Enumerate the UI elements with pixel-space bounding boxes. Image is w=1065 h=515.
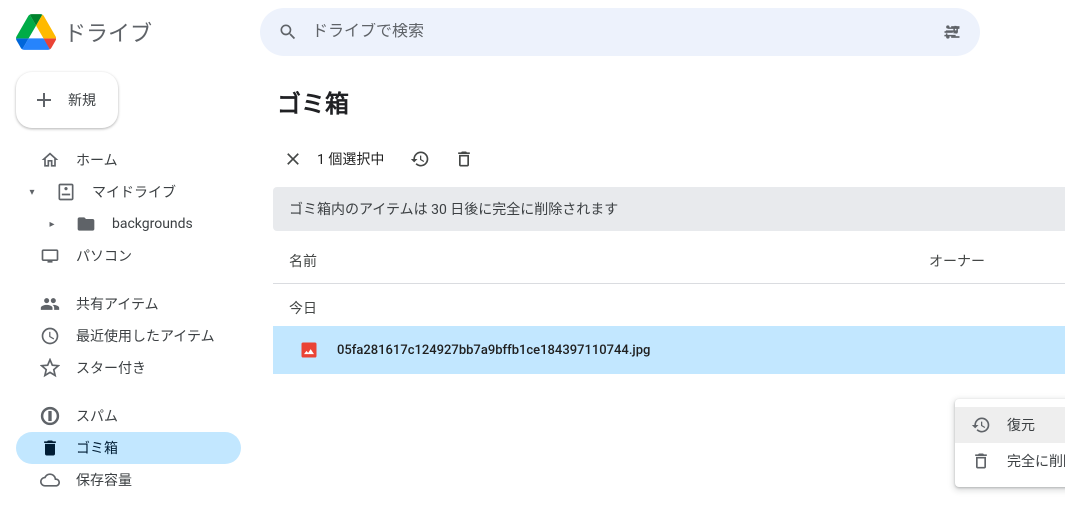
search-input[interactable] [312,23,928,41]
search-icon[interactable] [276,20,300,44]
sidebar: 新規 ホーム ▾ マイドライブ ▸ backgrounds パソコン 共有アイテ… [0,64,253,515]
shared-icon [40,294,60,314]
mydrive-icon [56,182,76,202]
delete-forever-icon [454,149,474,169]
sidebar-item-label: パソコン [76,246,132,266]
selection-count: 1 個選択中 [317,149,384,169]
sidebar-item-label: backgrounds [112,216,193,232]
sidebar-item-recent[interactable]: 最近使用したアイテム [16,320,241,352]
restore-button[interactable] [400,139,440,179]
search-options-icon[interactable] [940,20,964,44]
logo-area[interactable]: ドライブ [16,12,252,52]
sidebar-item-starred[interactable]: スター付き [16,352,241,384]
app-header: ドライブ [0,0,1065,64]
folder-icon [76,214,96,234]
sidebar-item-label: 共有アイテム [76,294,159,314]
plus-icon [32,88,56,112]
sidebar-item-spam[interactable]: スパム [16,400,241,432]
search-bar[interactable] [260,8,980,56]
home-icon [40,150,60,170]
sidebar-item-backgrounds[interactable]: ▸ backgrounds [16,208,241,240]
close-icon [283,149,303,169]
column-owner[interactable]: オーナー [929,251,1049,271]
computers-icon [40,246,60,266]
sidebar-item-trash[interactable]: ゴミ箱 [16,432,241,464]
trash-banner: ゴミ箱内のアイテムは 30 日後に完全に削除されます [273,187,1065,231]
page-title: ゴミ箱 [273,80,1065,135]
restore-icon [971,415,991,435]
delete-forever-button[interactable] [444,139,484,179]
file-row[interactable]: 05fa281617c124927bb7a9bffb1ce18439711074… [273,326,1065,374]
delete-forever-icon [971,451,991,471]
sidebar-item-mydrive[interactable]: ▾ マイドライブ [16,176,241,208]
spam-icon [40,406,60,426]
new-button[interactable]: 新規 [16,72,118,128]
menu-item-label: 完全に削除 [1007,451,1065,471]
sidebar-item-computers[interactable]: パソコン [16,240,241,272]
sidebar-item-label: マイドライブ [92,182,176,202]
sidebar-item-label: 保存容量 [76,470,132,490]
trash-icon [40,438,60,458]
sidebar-item-home[interactable]: ホーム [16,144,241,176]
sidebar-item-label: 最近使用したアイテム [76,326,215,346]
sidebar-item-label: スパム [76,406,118,426]
sidebar-item-label: ホーム [76,150,118,170]
clear-selection-button[interactable] [273,139,313,179]
selection-bar: 1 個選択中 [273,135,1065,183]
menu-item-delete-forever[interactable]: 完全に削除 [955,443,1065,479]
chevron-right-icon[interactable]: ▸ [44,219,60,230]
image-file-icon [297,338,321,362]
sidebar-item-label: ゴミ箱 [76,438,118,458]
chevron-down-icon[interactable]: ▾ [24,187,40,198]
list-header: 名前 オーナー [273,239,1065,284]
section-today: 今日 [273,284,1065,326]
star-icon [40,358,60,378]
product-name: ドライブ [64,16,152,48]
new-button-label: 新規 [68,90,96,110]
cloud-icon [40,470,60,490]
file-name: 05fa281617c124927bb7a9bffb1ce18439711074… [337,343,650,358]
sidebar-item-label: スター付き [76,358,146,378]
sidebar-item-shared[interactable]: 共有アイテム [16,288,241,320]
menu-item-label: 復元 [1007,415,1035,435]
column-name[interactable]: 名前 [289,251,929,271]
recent-icon [40,326,60,346]
drive-logo-icon [16,12,56,52]
main-content: ゴミ箱 1 個選択中 ゴミ箱内のアイテムは 30 日後に完全に削除されます 名前… [253,64,1065,515]
menu-item-restore[interactable]: 復元 [955,407,1065,443]
sidebar-item-storage[interactable]: 保存容量 [16,464,241,496]
restore-icon [410,149,430,169]
context-menu: 復元 完全に削除 [955,399,1065,487]
